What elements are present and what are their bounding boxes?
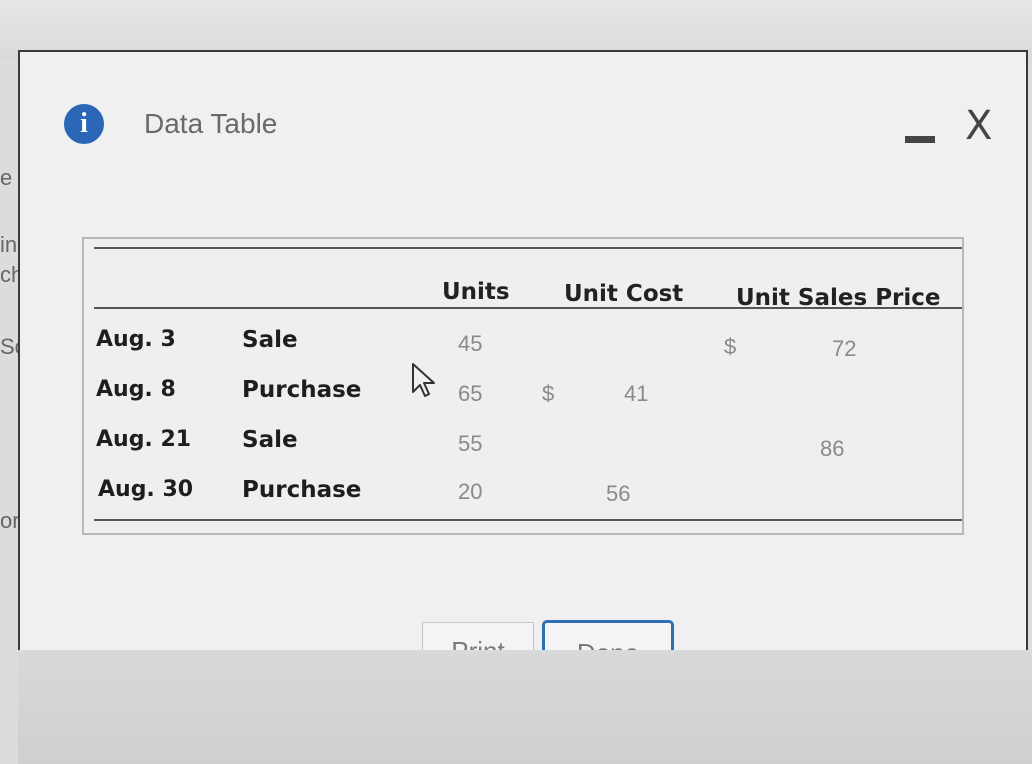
close-icon[interactable]: X (965, 106, 992, 146)
row-date: Aug. 8 (96, 377, 176, 402)
row-units: 65 (458, 381, 483, 406)
row-units: 45 (458, 331, 483, 356)
background-text-fragment: e (0, 165, 13, 190)
table-top-rule (94, 247, 962, 249)
dialog-lower-area (18, 650, 1032, 764)
row-units: 55 (458, 431, 483, 456)
row-transaction: Sale (242, 327, 298, 353)
row-date: Aug. 30 (98, 477, 194, 502)
column-header-unit-cost: Unit Cost (564, 281, 684, 307)
background-text-fragment: in (0, 232, 18, 257)
row-price-dollar-sign: $ (724, 334, 737, 359)
info-icon: i (64, 104, 104, 144)
row-unit-sales-price: 86 (820, 436, 845, 461)
row-unit-cost: 56 (606, 481, 631, 506)
table-bottom-rule (94, 519, 962, 521)
data-table-dialog: i Data Table X Units Unit Cost Unit Sale… (18, 50, 1028, 686)
row-date: Aug. 3 (96, 327, 176, 352)
column-header-unit-sales-price: Unit Sales Price (736, 285, 941, 311)
background-text-fragment: or (0, 508, 20, 533)
row-units: 20 (458, 479, 483, 504)
row-date: Aug. 21 (96, 427, 192, 452)
title-bar: i Data Table X (20, 52, 1026, 202)
row-unit-cost: 41 (624, 381, 649, 406)
column-header-units: Units (442, 279, 510, 305)
mouse-cursor-icon (412, 363, 435, 397)
row-unit-sales-price: 72 (832, 336, 857, 361)
row-transaction: Sale (242, 427, 298, 453)
row-transaction: Purchase (242, 477, 362, 503)
data-table: Units Unit Cost Unit Sales Price Aug. 3 … (82, 237, 964, 535)
row-cost-dollar-sign: $ (542, 381, 555, 406)
row-transaction: Purchase (242, 377, 362, 403)
dialog-title: Data Table (144, 108, 278, 139)
minimize-icon[interactable] (905, 136, 935, 143)
